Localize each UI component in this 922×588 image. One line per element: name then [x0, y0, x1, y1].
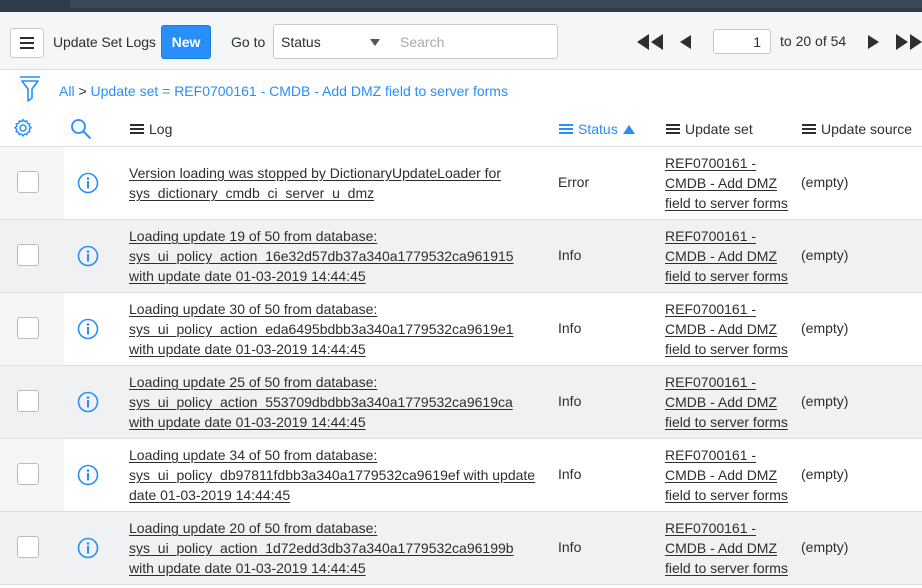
log-link[interactable]: Loading update 20 of 50 from database: s… [129, 518, 539, 578]
previous-page-icon[interactable] [678, 34, 692, 50]
new-button[interactable]: New [161, 25, 211, 59]
breadcrumb-all-link[interactable]: All [59, 83, 75, 99]
update-set-link[interactable]: REF0700161 - CMDB - Add DMZ field to ser… [665, 518, 795, 578]
update-source-cell: (empty) [801, 320, 849, 336]
log-link[interactable]: Loading update 19 of 50 from database: s… [129, 226, 539, 286]
breadcrumb: All > Update set = REF0700161 - CMDB - A… [59, 83, 508, 99]
row-checkbox[interactable] [17, 244, 39, 266]
table-body: Version loading was stopped by Dictionar… [0, 147, 922, 585]
update-source-cell: (empty) [801, 247, 849, 263]
breadcrumb-filter-link[interactable]: Update set = REF0700161 - CMDB - Add DMZ… [91, 83, 508, 99]
list-context-menu-button[interactable] [10, 28, 44, 58]
column-header-row: Log Status Update set Update source [0, 110, 922, 147]
tab-strip [70, 0, 922, 8]
column-header-status[interactable]: Status [559, 121, 635, 137]
column-menu-icon[interactable] [130, 124, 144, 134]
status-cell: Info [558, 466, 582, 482]
column-header-update-source[interactable]: Update source [802, 121, 912, 137]
funnel-icon[interactable] [19, 76, 41, 102]
update-source-cell: (empty) [801, 539, 849, 555]
column-label-update-set: Update set [685, 121, 753, 137]
update-set-link[interactable]: REF0700161 - CMDB - Add DMZ field to ser… [665, 153, 795, 213]
top-navigation-bar [0, 0, 922, 12]
goto-field-select[interactable]: Status [273, 24, 390, 59]
goto-field-value: Status [281, 34, 321, 50]
row-select-cell [0, 293, 64, 365]
page-number-input[interactable] [713, 29, 771, 54]
update-set-link[interactable]: REF0700161 - CMDB - Add DMZ field to ser… [665, 226, 795, 286]
filter-bar: All > Update set = REF0700161 - CMDB - A… [0, 70, 922, 110]
status-cell: Info [558, 320, 582, 336]
column-menu-icon[interactable] [559, 124, 573, 134]
last-page-icon[interactable] [895, 34, 922, 50]
update-set-link[interactable]: REF0700161 - CMDB - Add DMZ field to ser… [665, 299, 795, 359]
hamburger-menu-icon [20, 42, 34, 44]
next-page-icon[interactable] [867, 34, 881, 50]
status-cell: Info [558, 393, 582, 409]
info-circle-icon[interactable] [77, 172, 99, 194]
row-checkbox[interactable] [17, 536, 39, 558]
column-header-log[interactable]: Log [130, 121, 172, 137]
table-row: Loading update 30 of 50 from database: s… [0, 293, 922, 366]
update-set-link[interactable]: REF0700161 - CMDB - Add DMZ field to ser… [665, 445, 795, 505]
column-menu-icon[interactable] [666, 124, 680, 134]
update-source-cell: (empty) [801, 174, 849, 190]
row-select-cell [0, 220, 64, 292]
status-cell: Info [558, 247, 582, 263]
gear-icon[interactable] [13, 118, 33, 138]
log-link[interactable]: Version loading was stopped by Dictionar… [129, 163, 539, 203]
update-source-cell: (empty) [801, 466, 849, 482]
page-range-text: to 20 of 54 [780, 33, 847, 49]
log-link[interactable]: Loading update 25 of 50 from database: s… [129, 372, 539, 432]
info-circle-icon[interactable] [77, 245, 99, 267]
column-menu-icon[interactable] [802, 124, 816, 134]
column-label-update-source: Update source [821, 121, 913, 137]
list-header: Update Set Logs New Go to Status to 20 o… [0, 12, 922, 70]
status-cell: Error [558, 174, 590, 190]
column-header-update-set[interactable]: Update set [666, 121, 753, 137]
search-input[interactable] [389, 24, 558, 59]
row-checkbox[interactable] [17, 390, 39, 412]
table-row: Loading update 25 of 50 from database: s… [0, 366, 922, 439]
column-label-log: Log [149, 121, 173, 137]
row-select-cell [0, 439, 64, 511]
row-checkbox[interactable] [17, 171, 39, 193]
table-row: Loading update 34 of 50 from database: s… [0, 439, 922, 512]
info-circle-icon[interactable] [77, 318, 99, 340]
update-set-link[interactable]: REF0700161 - CMDB - Add DMZ field to ser… [665, 372, 795, 432]
list-title: Update Set Logs [53, 34, 156, 50]
row-select-cell [0, 512, 64, 584]
table-row: Loading update 20 of 50 from database: s… [0, 512, 922, 585]
row-checkbox[interactable] [17, 317, 39, 339]
info-circle-icon[interactable] [77, 464, 99, 486]
goto-label: Go to [231, 34, 266, 50]
table-row: Version loading was stopped by Dictionar… [0, 147, 922, 220]
row-select-cell [0, 366, 64, 438]
info-circle-icon[interactable] [77, 391, 99, 413]
magnifier-icon[interactable] [70, 118, 92, 140]
row-checkbox[interactable] [17, 463, 39, 485]
log-link[interactable]: Loading update 34 of 50 from database: s… [129, 445, 539, 505]
chevron-down-icon [370, 39, 380, 46]
status-cell: Info [558, 539, 582, 555]
first-page-icon[interactable] [636, 34, 664, 50]
breadcrumb-separator: > [74, 83, 91, 99]
log-link[interactable]: Loading update 30 of 50 from database: s… [129, 299, 539, 359]
update-source-cell: (empty) [801, 393, 849, 409]
sort-ascending-icon [622, 124, 635, 134]
info-circle-icon[interactable] [77, 537, 99, 559]
table-row: Loading update 19 of 50 from database: s… [0, 220, 922, 293]
column-label-status: Status [578, 121, 618, 137]
row-select-cell [0, 147, 64, 219]
